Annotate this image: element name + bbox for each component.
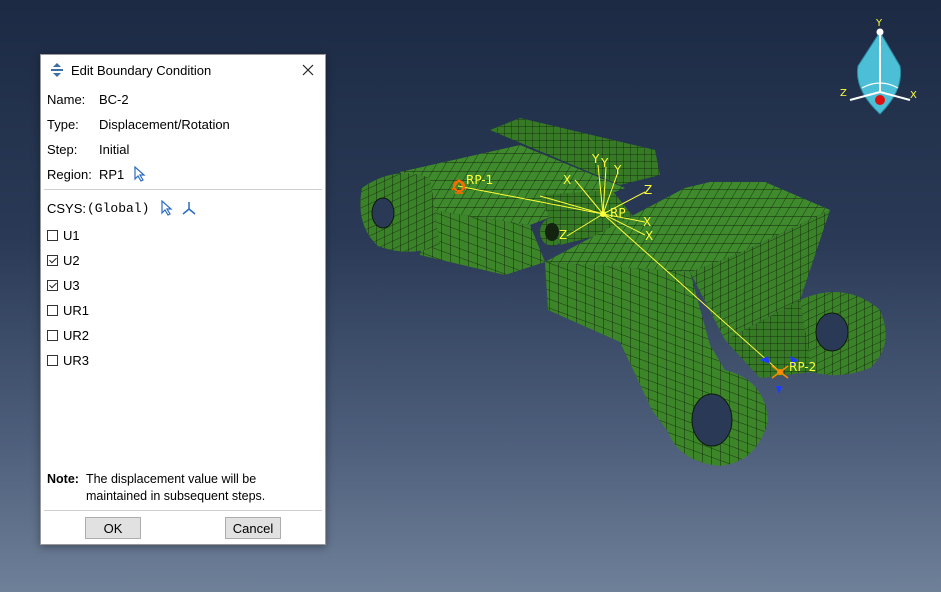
ur1-label: UR1 [63,302,90,318]
dialog-titlebar[interactable]: Edit Boundary Condition [41,55,325,85]
note: Note: The displacement value will be mai… [47,471,317,505]
rp-label: RP [610,206,626,220]
type-label: Type: [47,116,79,132]
note-text-line-2: maintained in subsequent steps. [85,489,266,503]
type-row: Type: Displacement/Rotation [47,115,230,133]
ur2-checkbox-row[interactable]: UR2 [47,326,89,344]
note-label: Note: [47,472,79,486]
cancel-button[interactable]: Cancel [225,517,281,539]
ur3-checkbox-row[interactable]: UR3 [47,351,89,369]
u3-label: U3 [63,277,80,293]
u3-checkbox[interactable] [47,279,58,291]
close-icon [302,64,314,76]
rp2-label: RP-2 [789,360,816,374]
region-select-arrow-icon[interactable] [132,166,148,182]
rp1-label: RP-1 [466,173,493,187]
axis-x-label-3: X [645,229,653,243]
ur1-checkbox[interactable] [47,304,58,316]
u1-checkbox[interactable] [47,229,58,241]
ur1-checkbox-row[interactable]: UR1 [47,301,89,319]
axis-x-label-2: X [643,215,651,229]
footer-separator [44,510,322,511]
ur3-checkbox[interactable] [47,354,58,366]
note-text-line-1: The displacement value will be [85,472,257,486]
csys-triad-icon[interactable] [181,200,197,216]
ur2-label: UR2 [63,327,90,343]
axis-y-label-3: Y [613,163,622,177]
ur3-label: UR3 [63,352,90,368]
triad-z-label: Z [840,88,847,99]
step-value: Initial [99,141,130,157]
boundary-condition-icon [51,63,63,77]
axis-z-label-2: Z [559,228,567,242]
close-button[interactable] [297,59,319,81]
u1-label: U1 [63,227,80,243]
u2-checkbox-row[interactable]: U2 [47,251,80,269]
axis-y-label: Y [591,152,600,166]
triad-y-label: Y [875,18,883,29]
view-triad[interactable]: Y Z X [838,18,928,118]
step-row: Step: Initial [47,140,129,158]
u3-checkbox-row[interactable]: U3 [47,276,80,294]
ok-button[interactable]: OK [85,517,141,539]
region-value: RP1 [99,166,125,182]
csys-select-arrow-icon[interactable] [159,200,175,216]
dialog-title: Edit Boundary Condition [71,62,212,78]
name-value: BC-2 [99,91,129,107]
u2-label: U2 [63,252,80,268]
name-row: Name: BC-2 [47,90,129,108]
separator [44,189,322,190]
region-label: Region: [47,166,92,182]
axis-z-label: Z [644,183,652,197]
edit-boundary-condition-dialog: Edit Boundary Condition Name: BC-2 Type:… [40,54,326,545]
name-label: Name: [47,91,86,107]
step-label: Step: [47,141,78,157]
axis-y-label-2: Y [600,156,609,170]
region-row: Region: RP1 [47,165,148,183]
u1-checkbox-row[interactable]: U1 [47,226,80,244]
csys-label: CSYS: [47,200,87,216]
type-value: Displacement/Rotation [99,116,230,132]
ur2-checkbox[interactable] [47,329,58,341]
u2-checkbox[interactable] [47,254,58,266]
axis-x-label: X [563,173,571,187]
csys-row: CSYS: (Global) [47,199,197,217]
triad-x-label: X [910,90,917,101]
csys-value: (Global) [87,200,150,216]
